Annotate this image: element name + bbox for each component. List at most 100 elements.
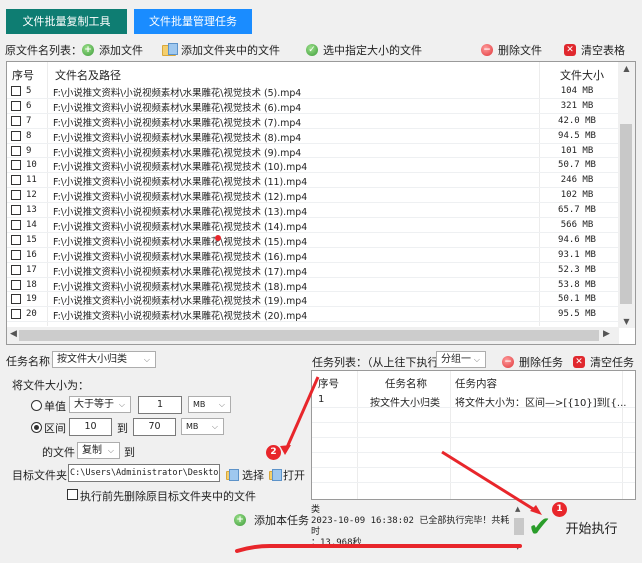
minus-icon: −: [481, 44, 493, 56]
header-no[interactable]: 序号: [12, 67, 34, 83]
select-by-size-button[interactable]: ✓ 选中指定大小的文件: [306, 42, 422, 58]
row-checkbox[interactable]: [11, 190, 21, 201]
row-path: F:\小说推文资料\小说视频素材\水果雕花\视觉技术 (20).mp4: [53, 311, 308, 323]
annotation-arrowhead: [280, 445, 291, 455]
delete-task-button[interactable]: − 删除任务: [502, 354, 563, 370]
row-size: 50.7 MB: [558, 160, 596, 171]
row-path: F:\小说推文资料\小说视频素材\水果雕花\视觉技术 (5).mp4: [53, 88, 302, 99]
row-checkbox[interactable]: [11, 279, 21, 290]
tab-file-batch-copy[interactable]: 文件批量复制工具: [6, 9, 127, 34]
file-row[interactable]: 14 F:\小说推文资料\小说视频素材\水果雕花\视觉技术 (14).mp4 566…: [7, 218, 619, 233]
file-row[interactable]: 20 F:\小说推文资料\小说视频素材\水果雕花\视觉技术 (20).mp4 95.…: [7, 307, 619, 322]
select-folder-button[interactable]: 选择: [226, 467, 264, 483]
scroll-down-icon[interactable]: ▼: [515, 543, 520, 551]
add-file-button[interactable]: + 添加文件: [82, 42, 143, 58]
annotation-badge-1: 1: [552, 502, 567, 517]
scroll-down-icon[interactable]: ▼: [618, 317, 635, 326]
delete-file-button[interactable]: − 删除文件: [481, 42, 542, 58]
clear-task-button[interactable]: ✕ 清空任务: [573, 354, 634, 370]
log-scroll-thumb[interactable]: [514, 518, 524, 535]
scroll-up-icon[interactable]: ▲: [515, 505, 520, 513]
hscroll-thumb[interactable]: [19, 330, 599, 341]
row-no: 16: [26, 249, 37, 260]
file-label: 的文件: [42, 446, 75, 459]
row-checkbox[interactable]: [11, 175, 21, 186]
file-row[interactable]: 12 F:\小说推文资料\小说视频素材\水果雕花\视觉技术 (12).mp4 102…: [7, 188, 619, 203]
log-scrollbar[interactable]: ▲ ▼: [513, 505, 525, 551]
row-checkbox[interactable]: [11, 264, 21, 275]
start-execute-label: 开始执行: [565, 521, 618, 537]
task-name-select[interactable]: 按文件大小归类 ⌵: [52, 351, 156, 368]
start-execute-button[interactable]: ✔ 开始执行: [528, 510, 628, 544]
file-row[interactable]: 6 F:\小说推文资料\小说视频素材\水果雕花\视觉技术 (6).mp4 321 M…: [7, 99, 619, 114]
row-checkbox[interactable]: [11, 100, 21, 111]
add-folder-files-button[interactable]: 添加文件夹中的文件: [162, 42, 280, 58]
open-folder-button[interactable]: 打开: [269, 467, 305, 483]
file-row[interactable]: 19 F:\小说推文资料\小说视频素材\水果雕花\视觉技术 (19).mp4 50.…: [7, 292, 619, 307]
scroll-up-icon[interactable]: ▲: [618, 64, 635, 73]
row-path: F:\小说推文资料\小说视频素材\水果雕花\视觉技术 (14).mp4: [53, 222, 308, 234]
single-value-radio[interactable]: [31, 400, 42, 411]
task-header-name: 任务名称: [385, 378, 427, 390]
vertical-scrollbar[interactable]: ▲ ▼: [618, 62, 635, 328]
file-row[interactable]: 16 F:\小说推文资料\小说视频素材\水果雕花\视觉技术 (16).mp4 93.…: [7, 248, 619, 263]
clear-table-button[interactable]: ✕ 清空表格: [564, 42, 625, 58]
annotation-badge-2: 2: [266, 445, 281, 460]
row-checkbox[interactable]: [11, 145, 21, 156]
row-checkbox[interactable]: [11, 249, 21, 260]
row-checkbox[interactable]: [11, 220, 21, 231]
file-row[interactable]: 18 F:\小说推文资料\小说视频素材\水果雕花\视觉技术 (18).mp4 53.…: [7, 278, 619, 293]
action-value: 复制: [82, 445, 102, 456]
file-row[interactable]: 10 F:\小说推文资料\小说视频素材\水果雕花\视觉技术 (10).mp4 50.…: [7, 158, 619, 173]
file-row[interactable]: 5 F:\小说推文资料\小说视频素材\水果雕花\视觉技术 (5).mp4 104 M…: [7, 84, 619, 99]
plus-icon: +: [234, 514, 246, 526]
header-size[interactable]: 文件大小: [560, 67, 604, 83]
file-row[interactable]: 11 F:\小说推文资料\小说视频素材\水果雕花\视觉技术 (11).mp4 246…: [7, 173, 619, 188]
single-value-input[interactable]: 1: [138, 396, 182, 414]
action-select[interactable]: 复制 ⌵: [77, 442, 120, 459]
range-from-input[interactable]: 10: [69, 418, 112, 436]
row-no: 18: [26, 279, 37, 290]
check-circle-icon: ✓: [306, 44, 318, 56]
scroll-right-icon[interactable]: ▶: [603, 329, 610, 339]
execution-log: 类 2023-10-09 16:38:02 已全部执行完毕！共耗时 ：13.96…: [311, 505, 511, 548]
file-row[interactable]: 15 F:\小说推文资料\小说视频素材\水果雕花\视觉技术 (15).mp4 94.…: [7, 233, 619, 248]
file-row[interactable]: 9 F:\小说推文资料\小说视频素材\水果雕花\视觉技术 (9).mp4 101 M…: [7, 144, 619, 159]
range-unit-select[interactable]: MB ⌵: [181, 418, 224, 435]
open-folder-label: 打开: [283, 469, 305, 482]
single-op-select[interactable]: 大于等于 ⌵: [69, 396, 131, 413]
row-checkbox[interactable]: [11, 130, 21, 141]
horizontal-scrollbar[interactable]: ◀ ▶: [7, 327, 619, 344]
row-checkbox[interactable]: [11, 115, 21, 126]
row-path: F:\小说推文资料\小说视频素材\水果雕花\视觉技术 (12).mp4: [53, 192, 308, 204]
row-checkbox[interactable]: [11, 234, 21, 245]
row-size: 246 MB: [560, 175, 594, 186]
row-checkbox[interactable]: [11, 294, 21, 305]
single-unit-select[interactable]: MB ⌵: [188, 396, 231, 413]
tab-file-batch-manage[interactable]: 文件批量管理任务: [134, 9, 252, 34]
add-task-button[interactable]: + 添加本任务: [234, 512, 309, 528]
range-to-input[interactable]: 70: [133, 418, 176, 436]
scroll-left-icon[interactable]: ◀: [10, 329, 17, 339]
task-content: 将文件大小为：区间—>[{10}]到[{...: [455, 398, 627, 409]
row-path: F:\小说推文资料\小说视频素材\水果雕花\视觉技术 (9).mp4: [53, 147, 302, 159]
file-row[interactable]: 8 F:\小说推文资料\小说视频素材\水果雕花\视觉技术 (8).mp4 94.5 …: [7, 129, 619, 144]
file-row[interactable]: 13 F:\小说推文资料\小说视频素材\水果雕花\视觉技术 (13).mp4 65.…: [7, 203, 619, 218]
group-select[interactable]: 分组一 ⌵: [436, 351, 486, 368]
row-no: 6: [26, 100, 32, 111]
delete-before-checkbox[interactable]: [67, 489, 78, 500]
range-radio[interactable]: [31, 422, 42, 433]
row-size: 101 MB: [560, 145, 594, 156]
row-size: 95.5 MB: [558, 309, 596, 320]
file-row[interactable]: 7 F:\小说推文资料\小说视频素材\水果雕花\视觉技术 (7).mp4 42.0 …: [7, 114, 619, 129]
row-checkbox[interactable]: [11, 205, 21, 216]
row-checkbox[interactable]: [11, 160, 21, 171]
target-folder-input[interactable]: C:\Users\Administrator\Desktop\新: [68, 464, 220, 482]
file-row[interactable]: 17 F:\小说推文资料\小说视频素材\水果雕花\视觉技术 (17).mp4 52.…: [7, 263, 619, 278]
scroll-thumb[interactable]: [620, 124, 632, 304]
header-path[interactable]: 文件名及路径: [55, 67, 121, 83]
task-row[interactable]: 1 按文件大小归类 将文件大小为：区间—>[{10}]到[{...: [312, 393, 635, 409]
row-checkbox[interactable]: [11, 86, 21, 96]
clear-table-label: 清空表格: [581, 44, 625, 57]
row-checkbox[interactable]: [11, 309, 21, 320]
